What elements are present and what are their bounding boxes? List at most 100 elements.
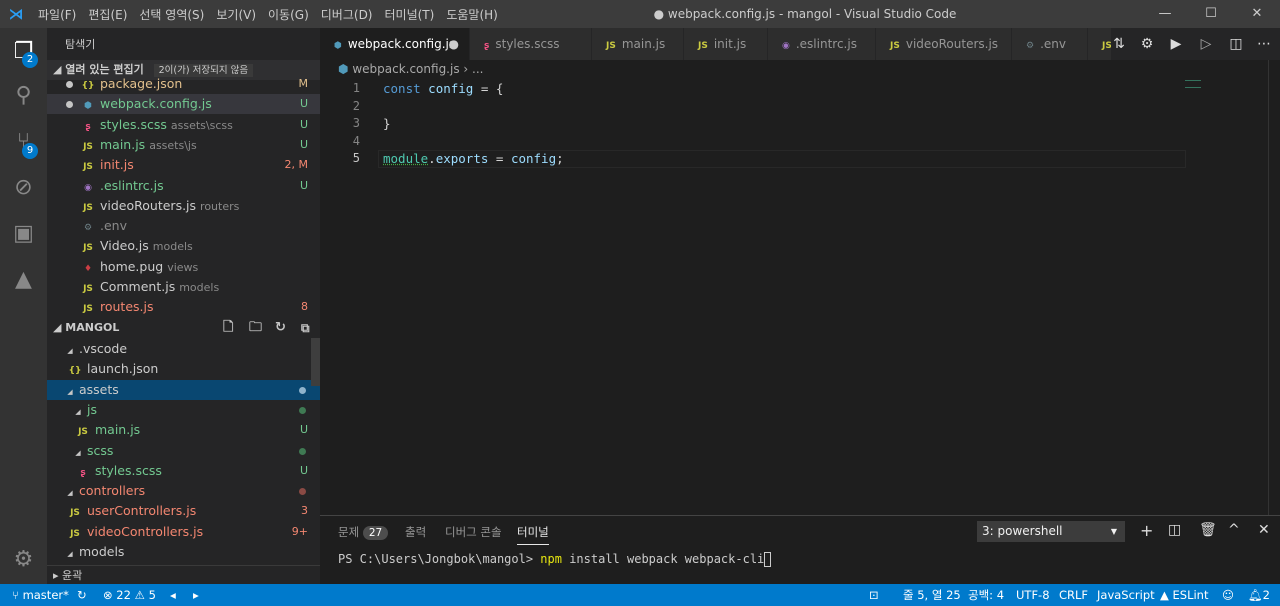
gear-icon[interactable]: ⚙ — [1132, 28, 1162, 60]
tree-item[interactable]: {} launch.json — [47, 359, 320, 379]
open-editor-item[interactable]: ♦ home.pug views — [47, 257, 320, 277]
maximize-button[interactable]: ☐ — [1188, 0, 1234, 28]
menu-item[interactable]: 파일(F) — [32, 8, 82, 22]
branch-item[interactable]: ⑂ master* — [12, 584, 69, 606]
run-icon[interactable]: ▶ — [1161, 28, 1191, 60]
refresh-icon[interactable]: ↻ — [275, 318, 286, 338]
tree-item[interactable]: ◢ .vscode — [47, 339, 320, 359]
tree-item[interactable]: JS main.js U — [47, 420, 320, 440]
minimap[interactable] — [1185, 80, 1201, 88]
open-editor-item[interactable]: ⚙ .env — [47, 216, 320, 236]
tree-item[interactable]: ◢ js — [47, 400, 320, 420]
maximize-panel-icon[interactable]: ^ — [1228, 522, 1240, 538]
problems-item[interactable]: ⊗ 22 ⚠ 5 — [103, 584, 156, 606]
tab-.env[interactable]: ⚙ .env — [1012, 28, 1088, 60]
tree-item[interactable]: ʂ styles.scss U — [47, 461, 320, 481]
code-line-3[interactable]: } — [383, 116, 391, 131]
close-panel-icon[interactable]: ✕ — [1258, 522, 1270, 538]
menu-item[interactable]: 선택 영역(S) — [133, 8, 210, 22]
menu-item[interactable]: 편집(E) — [82, 8, 133, 22]
tree-item[interactable]: ◢ scss — [47, 441, 320, 461]
editor-scrollbar[interactable] — [1268, 60, 1280, 515]
new-terminal-icon[interactable]: + — [1140, 521, 1153, 540]
breadcrumb-file[interactable]: webpack.config.js — [352, 62, 459, 76]
extensions-icon[interactable]: ▣ — [0, 214, 47, 254]
settings-gear-icon[interactable]: ⚙ — [0, 540, 47, 580]
close-button[interactable]: ✕ — [1234, 0, 1280, 28]
open-editor-item[interactable]: JS main.js assets\js U — [47, 135, 320, 155]
arrow-left-icon[interactable]: ◂ — [170, 584, 176, 606]
outline-header[interactable]: ▸ 윤곽 — [47, 565, 320, 585]
tree-item[interactable]: JS userControllers.js 3 — [47, 501, 320, 521]
new-folder-icon[interactable]: 🗀 — [249, 318, 262, 338]
problems-label: 문제 — [338, 525, 360, 539]
tab-init.js[interactable]: JS init.js — [684, 28, 768, 60]
file-name: videoRouters.js — [100, 197, 197, 213]
tab-terminal[interactable]: 터미널 — [517, 524, 549, 545]
more-actions-icon[interactable]: ⋯ — [1249, 28, 1279, 60]
tab-.eslintrc.js[interactable]: ◉ .eslintrc.js — [768, 28, 876, 60]
trash-icon[interactable]: 🗑 — [1199, 522, 1217, 538]
file-name: webpack.config.js — [100, 96, 212, 112]
expanded-chevron-icon: ◢ — [67, 387, 73, 396]
breadcrumb-rest[interactable]: › ... — [463, 62, 483, 76]
sidebar-scrollbar[interactable] — [311, 338, 320, 386]
menu-item[interactable]: 도움말(H) — [440, 8, 504, 22]
open-editor-item[interactable]: {} package.json M — [47, 74, 320, 94]
open-editor-item[interactable]: JS videoRouters.js routers — [47, 196, 320, 216]
tab-output[interactable]: 출력 — [405, 524, 426, 540]
arrow-right-icon[interactable]: ▸ — [193, 584, 199, 606]
menu-item[interactable]: 터미널(T) — [379, 8, 441, 22]
compare-icon[interactable]: ⇅ — [1103, 28, 1135, 60]
code-line-5[interactable]: module.exports = config; — [383, 151, 564, 166]
eslint-item[interactable]: ▲ ESLint — [1160, 584, 1208, 606]
search-icon[interactable]: ⚲ — [0, 76, 47, 116]
unsaved-dot-icon — [66, 81, 73, 88]
language-mode[interactable]: JavaScript — [1097, 584, 1155, 606]
tab-debug-console[interactable]: 디버그 콘솔 — [445, 524, 502, 540]
open-editor-item[interactable]: JS routes.js 8 — [47, 297, 320, 317]
new-file-icon[interactable]: 🗋 — [223, 318, 233, 338]
open-editor-item[interactable]: JS Comment.js models — [47, 277, 320, 297]
tree-item[interactable]: ◢ assets — [47, 379, 320, 400]
azure-icon[interactable]: ▲ — [0, 260, 47, 300]
menu-item[interactable]: 디버그(D) — [315, 8, 379, 22]
terminal-line[interactable]: PS C:\Users\Jongbok\mangol> npm install … — [338, 552, 772, 567]
open-editor-item[interactable]: ⬢ webpack.config.js U — [47, 94, 320, 115]
terminal-icon[interactable]: ⊡ — [869, 584, 879, 606]
encoding[interactable]: UTF-8 — [1016, 584, 1050, 606]
explorer-sidebar: 탐색기 ◢ 열려 있는 편집기 2이(가) 저장되지 않음 {} package.… — [47, 28, 320, 584]
tab-webpack.config.js[interactable]: ⬢ webpack.config.js ● — [320, 28, 470, 60]
notifications-item[interactable]: 🔔︎2 — [1248, 584, 1270, 606]
tab-videoRouters.js[interactable]: JS videoRouters.js — [876, 28, 1012, 60]
file-type-icon: {} — [68, 366, 82, 377]
minimize-button[interactable]: — — [1142, 0, 1188, 28]
code-line-1[interactable]: const config = { — [383, 81, 503, 96]
project-header[interactable]: ◢ MANGOL 🗋 🗀 ↻ ⧉ — [47, 318, 320, 338]
sync-icon[interactable]: ↻ — [77, 584, 87, 606]
open-editor-item[interactable]: ʂ styles.scss assets\scss U — [47, 115, 320, 135]
open-editor-item[interactable]: JS Video.js models — [47, 236, 320, 256]
tree-item[interactable]: JS videoControllers.js 9+ — [47, 522, 320, 542]
tab-problems[interactable]: 문제 27 — [338, 524, 389, 540]
menu-item[interactable]: 이동(G) — [262, 8, 315, 22]
feedback-smiley-icon[interactable]: ☺ — [1222, 584, 1234, 606]
split-terminal-icon[interactable]: ◫ — [1168, 522, 1181, 538]
indentation[interactable]: 공백: 4 — [968, 584, 1004, 606]
explorer-icon[interactable]: ❐ — [0, 32, 47, 72]
line-ending[interactable]: CRLF — [1059, 584, 1088, 606]
tab-main.js[interactable]: JS main.js — [592, 28, 684, 60]
vscode-logo-icon: ⋊ — [8, 5, 24, 23]
open-editor-item[interactable]: ◉ .eslintrc.js U — [47, 176, 320, 196]
cursor-position[interactable]: 줄 5, 열 25 — [903, 584, 961, 606]
tree-item[interactable]: ◢ controllers — [47, 481, 320, 501]
collapse-all-icon[interactable]: ⧉ — [301, 318, 310, 338]
terminal-select[interactable]: 3: powershell ▼ — [977, 521, 1125, 542]
debug-icon[interactable]: ⊘ — [0, 168, 47, 208]
menu-item[interactable]: 보기(V) — [210, 8, 262, 22]
open-editor-item[interactable]: JS init.js 2, M — [47, 155, 320, 175]
tree-item[interactable]: ◢ models — [47, 542, 320, 562]
split-editor-icon[interactable]: ◫ — [1221, 28, 1251, 60]
tab-styles.scss[interactable]: ʂ styles.scss — [470, 28, 592, 60]
run-debug-icon[interactable]: ▷ — [1191, 28, 1221, 60]
